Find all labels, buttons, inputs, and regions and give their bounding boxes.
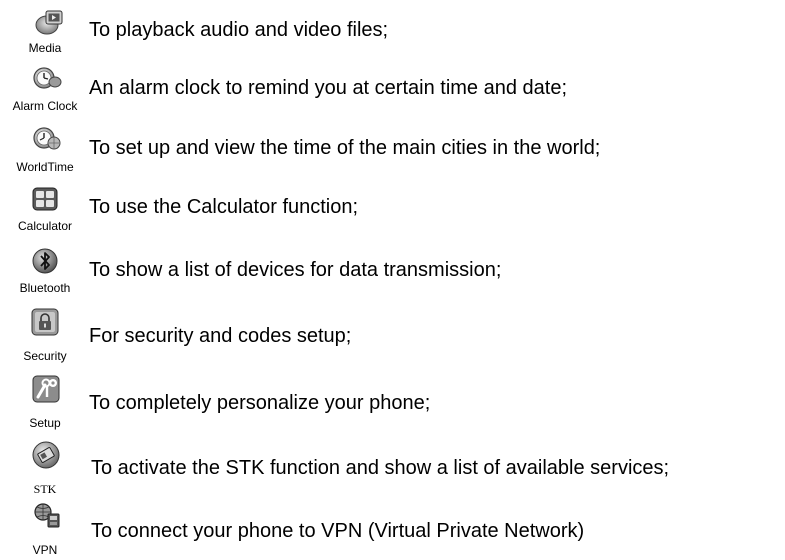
security-lock-icon [31, 308, 59, 336]
icon-label: Calculator [17, 219, 73, 233]
calculator-icon [32, 187, 58, 211]
list-item-setup: Setup To completely personalize your pho… [0, 372, 785, 432]
list-item-media: Media To playback audio and video files; [0, 0, 785, 60]
alarm-clock-icon [33, 67, 62, 89]
item-description: To completely personalize your phone; [89, 392, 431, 414]
world-time-icon [33, 127, 61, 150]
item-description: To activate the STK function and show a … [91, 457, 670, 479]
item-description: For security and codes setup; [89, 325, 352, 347]
icon-label: VPN [32, 543, 58, 557]
list-item-vpn: VPN To connect your phone to VPN (Virtua… [0, 500, 785, 560]
icon-label: Media [28, 41, 62, 55]
list-item-security: Security For security and codes setup; [0, 305, 785, 365]
list-item-stk: STK To activate the STK function and sho… [0, 438, 785, 498]
media-player-icon [35, 10, 63, 35]
icon-label: Security [23, 349, 67, 363]
list-item-worldtime: WorldTime To set up and view the time of… [0, 123, 785, 183]
list-item-bluetooth: Bluetooth To show a list of devices for … [0, 245, 785, 305]
list-item-alarm-clock: Alarm Clock An alarm clock to remind you… [0, 62, 785, 122]
icon-label: Alarm Clock [12, 99, 78, 113]
vpn-network-icon [34, 503, 60, 528]
item-description: To playback audio and video files; [89, 19, 389, 41]
item-description: To connect your phone to VPN (Virtual Pr… [91, 520, 585, 542]
item-description: An alarm clock to remind you at certain … [89, 77, 568, 99]
icon-label: WorldTime [16, 160, 74, 174]
item-description: To show a list of devices for data trans… [89, 259, 502, 281]
item-description: To set up and view the time of the main … [89, 137, 601, 159]
icon-label: STK [33, 482, 57, 496]
stk-sim-card-icon [32, 441, 60, 469]
item-description: To use the Calculator function; [89, 196, 359, 218]
icon-label: Bluetooth [19, 281, 71, 295]
list-item-calculator: Calculator To use the Calculator functio… [0, 183, 785, 243]
bluetooth-icon [32, 248, 58, 274]
setup-tools-icon [32, 375, 60, 403]
icon-label: Setup [29, 416, 61, 430]
